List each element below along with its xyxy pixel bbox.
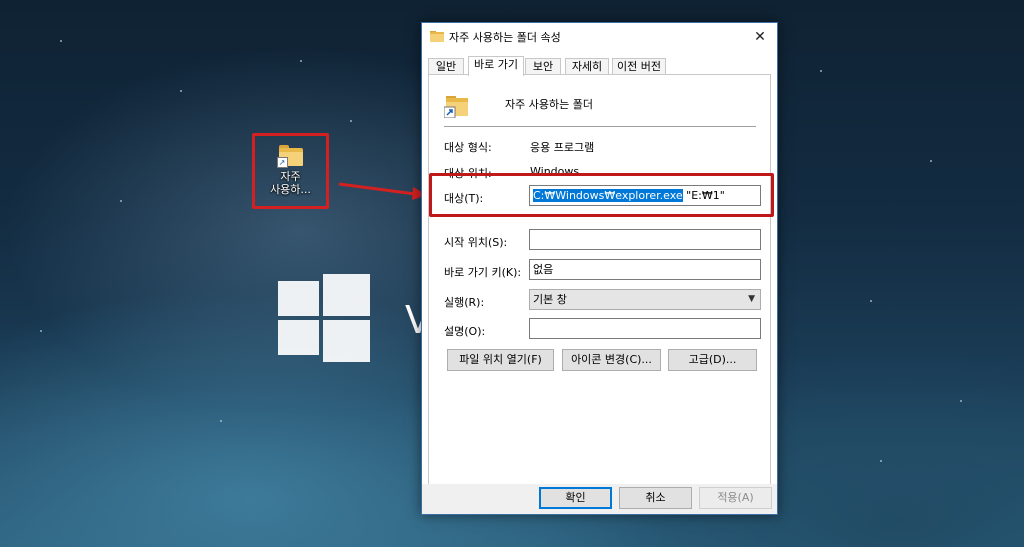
- run-select[interactable]: 기본 창 ▼: [529, 289, 761, 310]
- tab-panel-shortcut: [428, 74, 771, 486]
- separator: [444, 126, 756, 127]
- cancel-button[interactable]: 취소: [619, 487, 692, 509]
- start-in-label: 시작 위치(S):: [444, 236, 508, 249]
- shortcut-name: 자주 사용하는 폴더: [505, 98, 593, 111]
- folder-shortcut-icon: ↗: [276, 144, 305, 168]
- start-in-input[interactable]: [529, 229, 761, 250]
- advanced-button[interactable]: 고급(D)...: [668, 349, 757, 371]
- target-type-label: 대상 형식:: [444, 141, 492, 154]
- target-type-value: 응용 프로그램: [530, 141, 595, 154]
- run-select-value: 기본 창: [533, 293, 567, 306]
- apply-button[interactable]: 적용(A): [699, 487, 772, 509]
- ok-button[interactable]: 확인: [539, 487, 612, 509]
- chevron-down-icon: ▼: [748, 294, 755, 304]
- red-arrow-annotation: [338, 182, 427, 200]
- desktop-shortcut-icon[interactable]: ↗ 자주 사용하...: [252, 133, 329, 209]
- windows-logo-icon: [278, 272, 370, 362]
- change-icon-button[interactable]: 아이콘 변경(C)...: [562, 349, 661, 371]
- desktop-shortcut-label: 자주 사용하...: [270, 170, 311, 196]
- title-bar[interactable]: 자주 사용하는 폴더 속성 ✕: [422, 23, 777, 51]
- properties-dialog: 자주 사용하는 폴더 속성 ✕ 일반 바로 가기 보안 자세히 이전 버전 자주…: [421, 22, 778, 515]
- tab-general[interactable]: 일반: [428, 58, 464, 75]
- shortcut-folder-icon: [444, 96, 468, 118]
- tab-previous-versions[interactable]: 이전 버전: [612, 58, 666, 75]
- tab-details[interactable]: 자세히: [565, 58, 609, 75]
- shortcut-key-input[interactable]: 없음: [529, 259, 761, 280]
- run-label: 실행(R):: [444, 296, 485, 309]
- open-file-location-button[interactable]: 파일 위치 열기(F): [447, 349, 554, 371]
- comment-input[interactable]: [529, 318, 761, 339]
- close-icon: ✕: [754, 29, 766, 45]
- folder-icon: [430, 31, 444, 42]
- dialog-title: 자주 사용하는 폴더 속성: [449, 31, 561, 44]
- shortcut-key-label: 바로 가기 키(K):: [444, 266, 522, 279]
- target-highlight-annotation: [429, 173, 774, 217]
- close-button[interactable]: ✕: [743, 23, 777, 51]
- comment-label: 설명(O):: [444, 325, 486, 338]
- tab-shortcut[interactable]: 바로 가기: [468, 56, 524, 76]
- tab-security[interactable]: 보안: [525, 58, 561, 75]
